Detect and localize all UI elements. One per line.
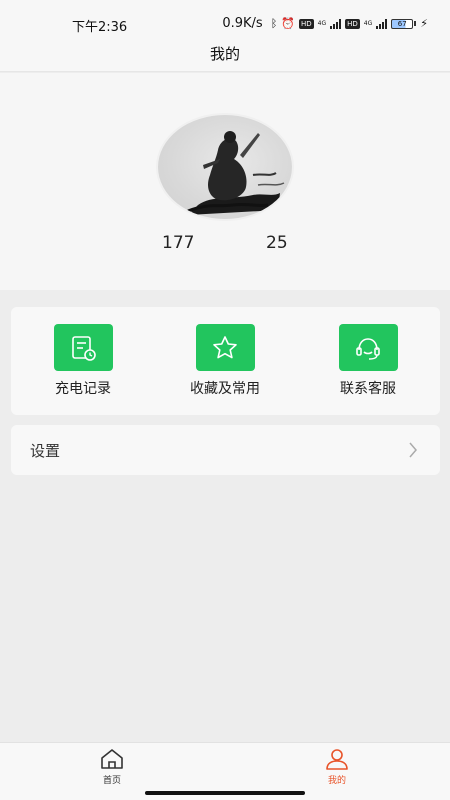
- menu-item-label: 联系客服: [340, 381, 396, 397]
- stat-left-value: 177: [162, 233, 195, 253]
- menu-item-customer-service[interactable]: 联系客服: [308, 324, 428, 404]
- tab-home-label: 首页: [102, 776, 121, 786]
- menu-item-label: 收藏及常用: [190, 381, 260, 397]
- favorites-tile: [195, 324, 255, 371]
- menu-item-favorites[interactable]: 收藏及常用: [165, 324, 285, 404]
- page-title: 我的: [209, 45, 240, 63]
- home-indicator: [145, 791, 305, 795]
- home-icon: [101, 749, 123, 769]
- avatar[interactable]: [158, 115, 292, 219]
- signal-icon: [376, 18, 388, 29]
- status-bar: 下午2:36 0.9K/s ᛒ ⏰ HD 4G HD 4G 67 ⚡: [0, 0, 450, 40]
- menu-card: 充电记录 收藏及常用 联系客服: [11, 307, 440, 415]
- menu-item-label: 充电记录: [55, 381, 111, 397]
- page-header: 我的: [0, 40, 450, 72]
- network-speed: 0.9K/s: [222, 16, 263, 31]
- profile-section: 177 25: [0, 73, 450, 290]
- headset-icon: [356, 337, 380, 360]
- charging-icon: ⚡: [420, 17, 428, 30]
- hd-badge: HD: [345, 18, 360, 29]
- user-icon: [326, 749, 348, 770]
- tab-mine-label: 我的: [327, 776, 346, 786]
- stat-right-value: 25: [266, 233, 288, 253]
- status-time: 下午2:36: [72, 20, 128, 35]
- charge-record-icon: [72, 335, 96, 361]
- avatar-figure-icon: [187, 131, 285, 215]
- status-indicators: 0.9K/s ᛒ ⏰ HD 4G HD 4G 67 ⚡: [222, 16, 428, 31]
- gen-label: 4G: [363, 19, 373, 27]
- battery-level: 67: [391, 18, 414, 29]
- chevron-right-icon: [409, 442, 417, 458]
- battery-icon: 67: [391, 18, 417, 29]
- hd-badge: HD: [299, 18, 314, 29]
- tab-home[interactable]: 首页: [82, 747, 142, 786]
- star-icon: [213, 335, 237, 358]
- settings-row[interactable]: 设置: [11, 425, 440, 475]
- alarm-icon: ⏰: [281, 17, 296, 30]
- tab-mine[interactable]: 我的: [307, 747, 367, 786]
- charge-record-tile: [53, 324, 113, 371]
- settings-label: 设置: [30, 442, 61, 460]
- signal-icon: [330, 18, 342, 29]
- gen-label: 4G: [317, 19, 327, 27]
- customer-service-tile: [338, 324, 398, 371]
- bluetooth-icon: ᛒ: [270, 17, 278, 30]
- menu-item-charge-record[interactable]: 充电记录: [23, 324, 143, 404]
